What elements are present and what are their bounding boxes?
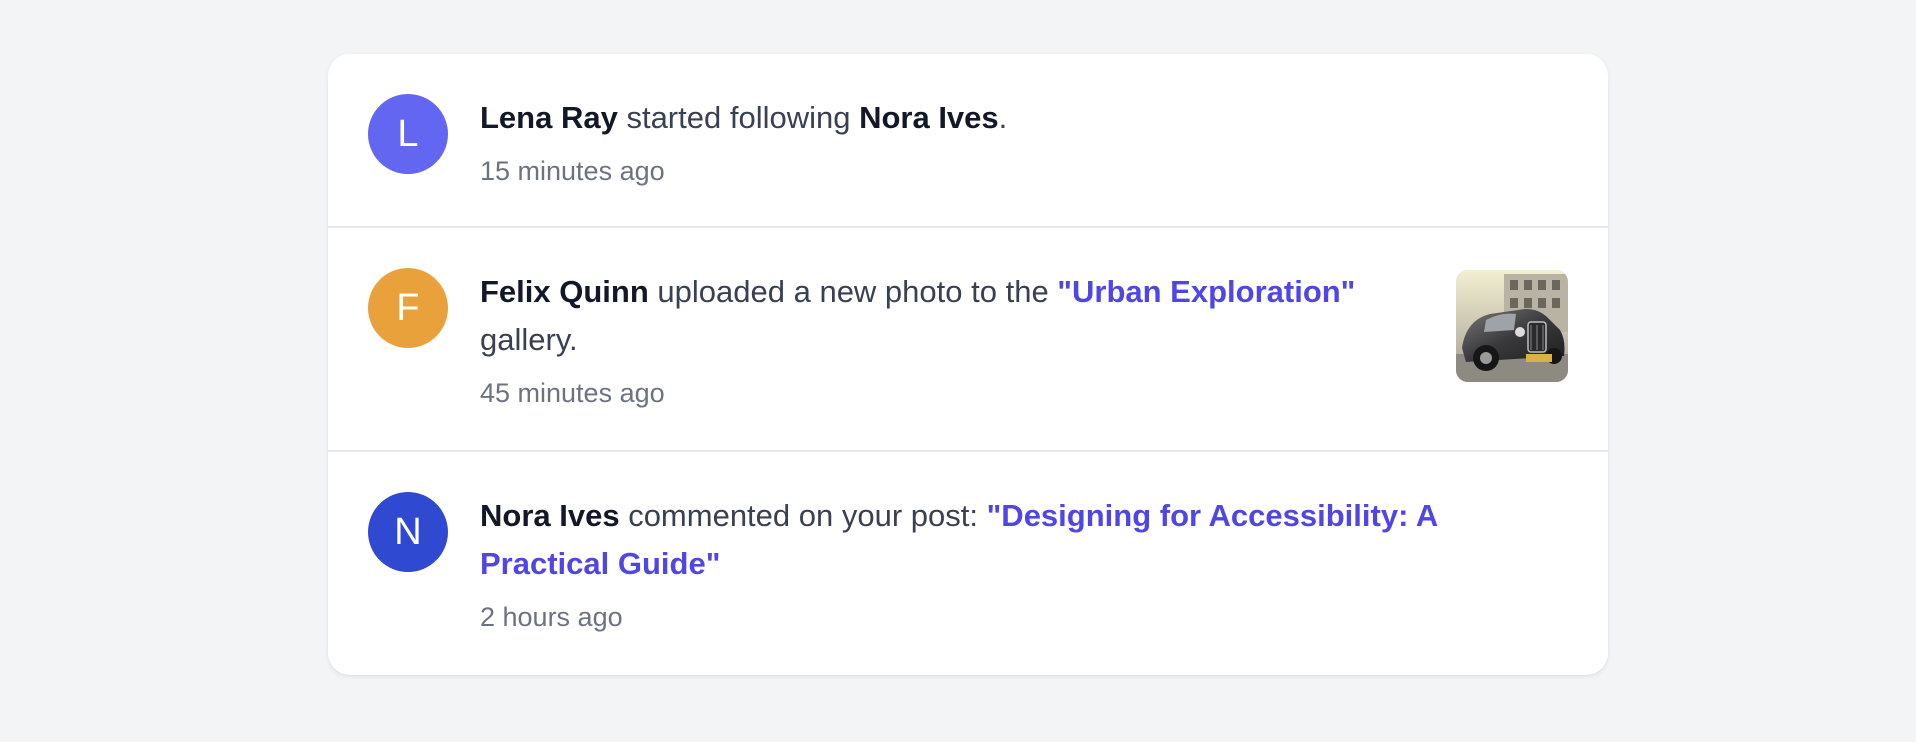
- feed-item-content: Lena Ray started following Nora Ives. 15…: [480, 94, 1440, 188]
- actor-name[interactable]: Lena Ray: [480, 100, 618, 135]
- avatar[interactable]: N: [368, 492, 448, 572]
- actor-name[interactable]: Felix Quinn: [480, 274, 649, 309]
- avatar[interactable]: L: [368, 94, 448, 174]
- action-text: uploaded a new photo to the: [648, 274, 1058, 309]
- feed-item: F Felix Quinn uploaded a new photo to th…: [328, 228, 1608, 452]
- feed-item-message: Felix Quinn uploaded a new photo to the …: [480, 268, 1380, 364]
- avatar[interactable]: F: [368, 268, 448, 348]
- timestamp: 45 minutes ago: [480, 378, 665, 408]
- timestamp: 15 minutes ago: [480, 156, 665, 186]
- action-text: started following: [617, 100, 860, 135]
- feed-item-message: Nora Ives commented on your post: "Desig…: [480, 492, 1490, 588]
- feed-item: L Lena Ray started following Nora Ives. …: [328, 54, 1608, 228]
- actor-name[interactable]: Nora Ives: [480, 498, 620, 533]
- target-name[interactable]: Nora Ives: [859, 100, 999, 135]
- gallery-link[interactable]: "Urban Exploration": [1057, 274, 1355, 309]
- feed-item-content: Felix Quinn uploaded a new photo to the …: [480, 268, 1380, 410]
- message-suffix: gallery.: [480, 322, 578, 357]
- action-text: commented on your post:: [619, 498, 987, 533]
- feed-item-content: Nora Ives commented on your post: "Desig…: [480, 492, 1490, 634]
- feed-item-message: Lena Ray started following Nora Ives.: [480, 94, 1440, 142]
- activity-feed-card: L Lena Ray started following Nora Ives. …: [328, 54, 1608, 675]
- message-suffix: .: [998, 100, 1008, 135]
- timestamp: 2 hours ago: [480, 602, 623, 632]
- photo-thumbnail[interactable]: [1456, 270, 1568, 382]
- vintage-car-photo-icon: [1456, 270, 1568, 382]
- feed-item: N Nora Ives commented on your post: "Des…: [328, 452, 1608, 675]
